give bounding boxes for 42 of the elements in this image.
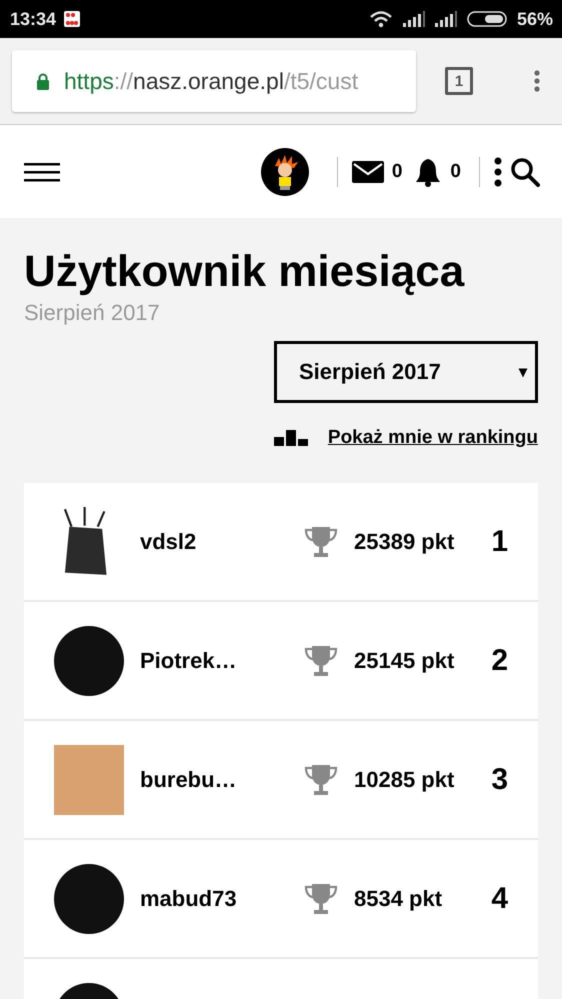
trophy-icon <box>304 524 338 558</box>
signal-icon <box>434 11 457 27</box>
url-text: https://nasz.orange.pl/t5/cust <box>64 68 358 94</box>
user-name[interactable]: Piotrek… <box>140 648 290 674</box>
rank-number: 1 <box>491 524 508 558</box>
battery-icon <box>466 11 507 27</box>
bell-icon[interactable] <box>414 156 442 186</box>
wifi-icon <box>368 10 393 28</box>
user-name[interactable]: burebu… <box>140 766 290 792</box>
avatar-photo-placeholder <box>54 744 124 814</box>
rank-number: 3 <box>491 762 508 796</box>
trophy-icon <box>304 644 338 678</box>
more-icon[interactable] <box>494 156 502 186</box>
clock-time: 13:34 <box>10 8 56 30</box>
page-title: Użytkownik miesiąca <box>24 246 466 298</box>
month-dropdown[interactable]: Sierpień 2017 ▾ <box>274 341 538 403</box>
dropdown-arrow: ▾ <box>519 363 527 382</box>
menu-icon[interactable] <box>24 162 60 182</box>
user-points: 25389 pkt <box>354 528 456 554</box>
mail-icon[interactable] <box>352 160 384 182</box>
user-points: 25145 pkt <box>354 648 456 674</box>
podium-icon <box>274 430 308 446</box>
avatar-drawing[interactable] <box>260 148 309 196</box>
message-count: 0 <box>392 160 402 182</box>
user-name[interactable]: mabud73 <box>140 886 290 912</box>
user-points: 10285 pkt <box>354 766 456 792</box>
user-name[interactable]: vdsl2 <box>140 528 290 554</box>
user-points: 8534 pkt <box>354 886 444 912</box>
page-subtitle: Sierpień 2017 <box>24 300 161 326</box>
trophy-icon <box>304 882 338 916</box>
rank-number: 4 <box>491 882 508 916</box>
app-notification-icon <box>64 11 80 27</box>
battery-percent: 56% <box>516 8 553 30</box>
lock-icon <box>36 72 50 90</box>
notification-count: 0 <box>450 160 461 182</box>
tab-count-button[interactable]: 1 <box>445 67 473 95</box>
show-me-in-ranking-link[interactable]: Pokaż mnie w rankingu <box>328 427 538 449</box>
address-bar[interactable]: https://nasz.orange.pl/t5/cust <box>12 50 416 112</box>
signal-icon <box>402 11 425 27</box>
trophy-icon <box>304 762 338 796</box>
rank-number: 2 <box>491 644 508 678</box>
search-icon[interactable] <box>510 156 540 186</box>
